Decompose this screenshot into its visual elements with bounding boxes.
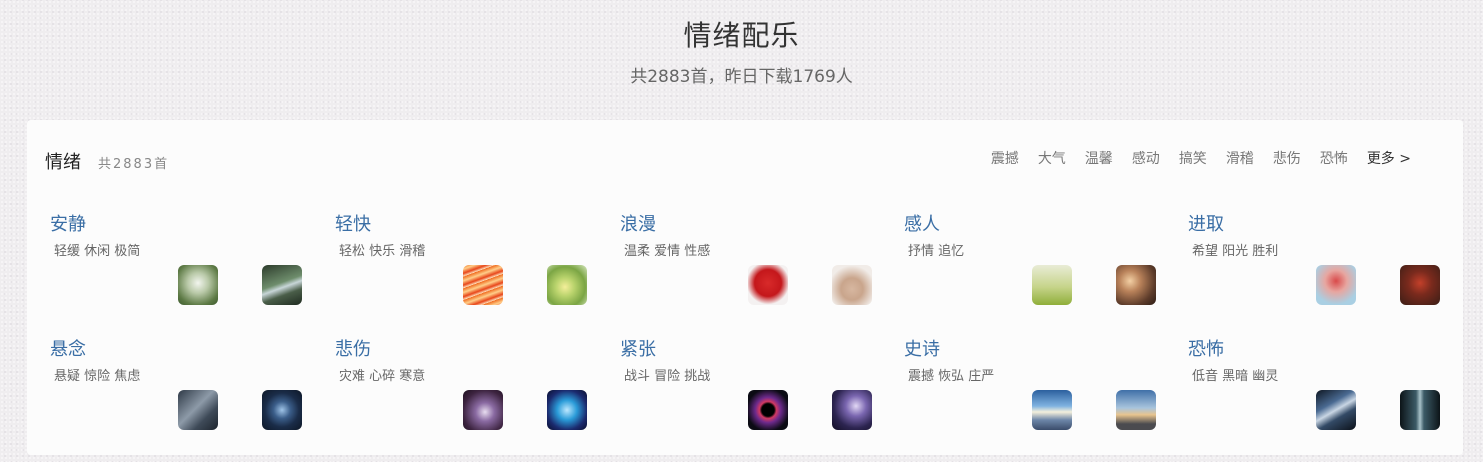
category-title[interactable]: 轻快 xyxy=(335,210,371,236)
category-tags: 悬疑 惊险 焦虑 xyxy=(54,369,141,384)
sunrise-city-image[interactable] xyxy=(1032,390,1072,430)
category-card: 恐怖 低音 黑暗 幽灵 xyxy=(1188,335,1458,445)
quick-tag[interactable]: 滑稽 xyxy=(1226,148,1254,168)
panel-count: 共2883首 xyxy=(98,157,170,172)
blue-smoke-image[interactable] xyxy=(547,390,587,430)
machine-image[interactable] xyxy=(178,390,218,430)
category-tags: 抒情 追忆 xyxy=(908,244,965,259)
orange-streaks-image[interactable] xyxy=(463,265,503,305)
forest-path-image[interactable] xyxy=(262,265,302,305)
category-tags: 轻缓 休闲 极简 xyxy=(54,244,141,259)
quick-tag-bar: 震撼 大气 温馨 感动 搞笑 滑稽 悲伤 恐怖 更多 > xyxy=(972,148,1411,168)
quick-tag[interactable]: 温馨 xyxy=(1085,148,1113,168)
category-card: 进取 希望 阳光 胜利 xyxy=(1188,210,1458,320)
category-title[interactable]: 进取 xyxy=(1188,210,1224,236)
page-title: 情绪配乐 xyxy=(683,19,800,52)
bokeh-image[interactable] xyxy=(1116,265,1156,305)
category-card: 悲伤 灾难 心碎 寒意 xyxy=(335,335,605,445)
category-card: 安静 轻缓 休闲 极简 xyxy=(50,210,320,320)
athlete-image[interactable] xyxy=(1316,265,1356,305)
purple-figure-image[interactable] xyxy=(463,390,503,430)
category-tags: 震撼 恢弘 庄严 xyxy=(908,369,995,384)
hands-image[interactable] xyxy=(832,265,872,305)
forest-light-image[interactable] xyxy=(178,265,218,305)
category-title[interactable]: 悬念 xyxy=(50,335,86,361)
category-title[interactable]: 史诗 xyxy=(904,335,940,361)
category-card: 紧张 战斗 冒险 挑战 xyxy=(620,335,890,445)
quick-tag[interactable]: 震撼 xyxy=(991,148,1019,168)
category-title[interactable]: 悲伤 xyxy=(335,335,371,361)
dark-corridor-image[interactable] xyxy=(1400,390,1440,430)
red-heart-image[interactable] xyxy=(748,265,788,305)
mood-panel: 情绪 共2883首 震撼 大气 温馨 感动 搞笑 滑稽 悲伤 恐怖 更多 > 安… xyxy=(27,120,1463,455)
tree-meadow-image[interactable] xyxy=(1032,265,1072,305)
eye-image[interactable] xyxy=(262,390,302,430)
category-title[interactable]: 安静 xyxy=(50,210,86,236)
dusk-sky-image[interactable] xyxy=(1116,390,1156,430)
category-tags: 灾难 心碎 寒意 xyxy=(339,369,426,384)
category-tags: 低音 黑暗 幽灵 xyxy=(1192,369,1279,384)
panel-title: 情绪 xyxy=(45,152,81,173)
page-subtitle: 共2883首，昨日下载1769人 xyxy=(630,67,853,87)
quick-tag[interactable]: 恐怖 xyxy=(1320,148,1348,168)
green-flower-image[interactable] xyxy=(547,265,587,305)
quick-tag[interactable]: 搞笑 xyxy=(1179,148,1207,168)
category-card: 浪漫 温柔 爱情 性感 xyxy=(620,210,890,320)
quick-tag[interactable]: 大气 xyxy=(1038,148,1066,168)
category-card: 感人 抒情 追忆 xyxy=(904,210,1174,320)
category-title[interactable]: 恐怖 xyxy=(1188,335,1224,361)
category-tags: 希望 阳光 胜利 xyxy=(1192,244,1279,259)
category-tags: 战斗 冒险 挑战 xyxy=(624,369,711,384)
quick-tag[interactable]: 感动 xyxy=(1132,148,1160,168)
dark-street-image[interactable] xyxy=(1316,390,1356,430)
category-card: 悬念 悬疑 惊险 焦虑 xyxy=(50,335,320,445)
category-title[interactable]: 浪漫 xyxy=(620,210,656,236)
category-title[interactable]: 紧张 xyxy=(620,335,656,361)
category-card: 轻快 轻松 快乐 滑稽 xyxy=(335,210,605,320)
black-hole-image[interactable] xyxy=(748,390,788,430)
category-card: 史诗 震撼 恢弘 庄严 xyxy=(904,335,1174,445)
balloon-image[interactable] xyxy=(1400,265,1440,305)
more-link[interactable]: 更多 > xyxy=(1367,148,1411,168)
galaxy-image[interactable] xyxy=(832,390,872,430)
category-tags: 轻松 快乐 滑稽 xyxy=(339,244,426,259)
category-title[interactable]: 感人 xyxy=(904,210,940,236)
category-tags: 温柔 爱情 性感 xyxy=(624,244,711,259)
quick-tag[interactable]: 悲伤 xyxy=(1273,148,1301,168)
